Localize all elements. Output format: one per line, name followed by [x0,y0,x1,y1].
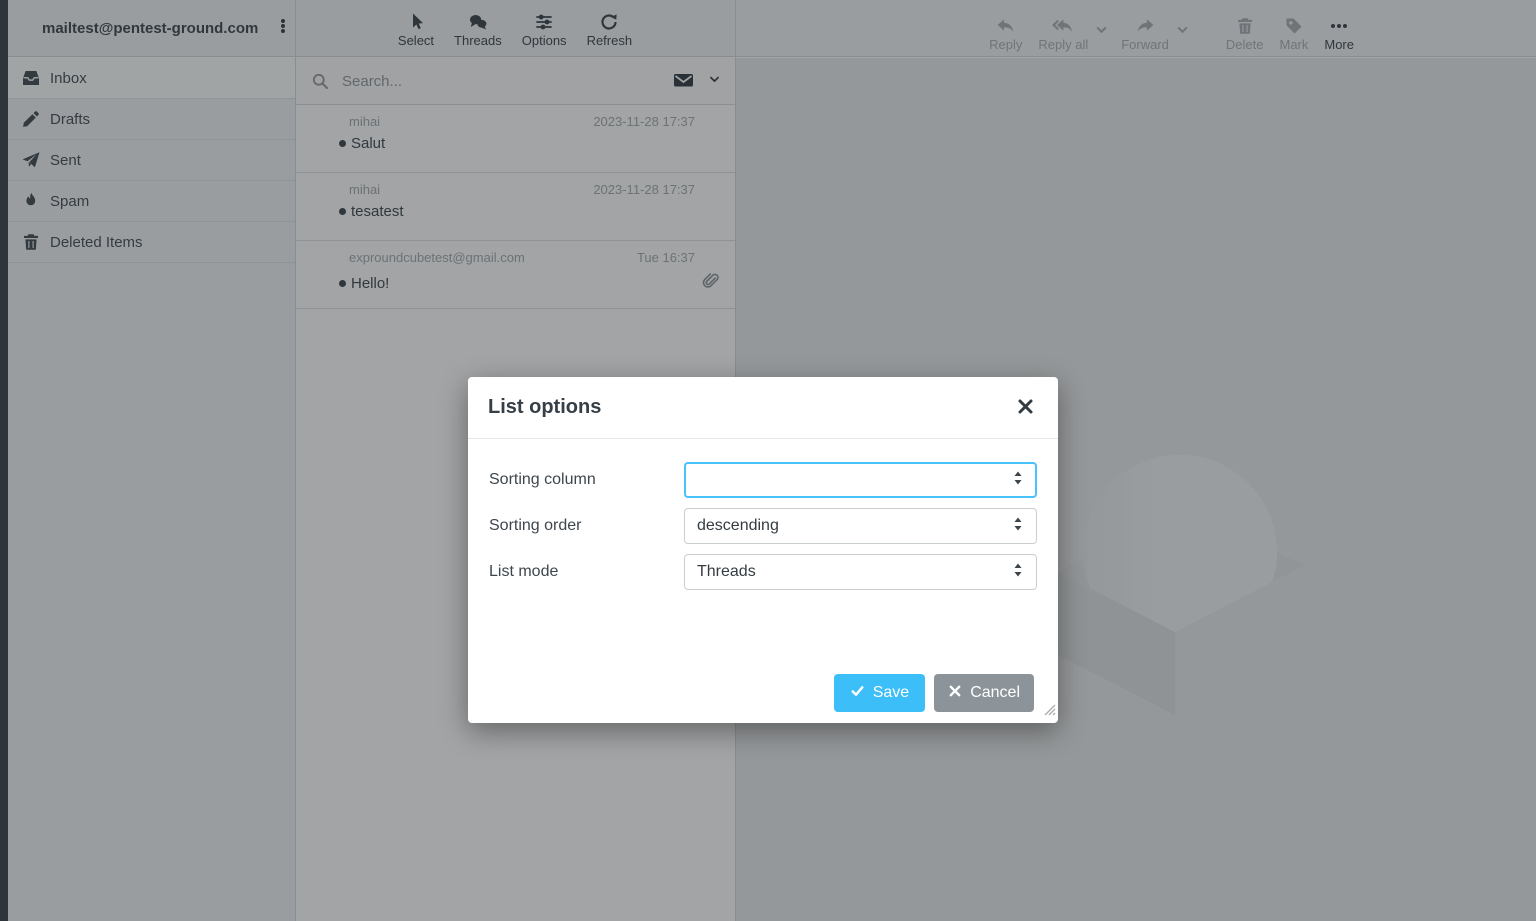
dialog-title: List options [488,396,1013,419]
dialog-resize-handle[interactable] [1042,702,1056,721]
list-options-dialog: List options Sorting column Sorting orde… [468,377,1058,723]
close-button[interactable] [1013,394,1038,422]
select-value: descending [697,517,1012,535]
dialog-header: List options [468,377,1058,439]
cancel-button[interactable]: Cancel [934,674,1034,712]
sorting-order-select[interactable]: descending [684,508,1037,544]
dialog-footer: Save Cancel [834,674,1034,712]
form-row: Sorting order descending [489,508,1037,544]
webmail-app: mailtest@pentest-ground.com Select Threa… [0,0,1536,921]
check-icon [850,684,865,703]
list-mode-select[interactable]: Threads [684,554,1037,590]
dialog-body: Sorting column Sorting order descending [468,439,1058,590]
select-spinner-icon [1012,516,1024,537]
select-value: Threads [697,563,1012,581]
x-icon [948,684,962,703]
form-row: Sorting column [489,462,1037,498]
sorting-column-select[interactable] [684,462,1037,498]
list-mode-label: List mode [489,563,684,581]
form-row: List mode Threads [489,554,1037,590]
cancel-label: Cancel [970,684,1020,702]
select-spinner-icon [1012,562,1024,583]
close-icon [1017,398,1034,418]
select-spinner-icon [1012,470,1024,491]
sorting-order-label: Sorting order [489,517,684,535]
resize-grip-icon [1042,703,1056,720]
sorting-column-label: Sorting column [489,471,684,489]
save-button[interactable]: Save [834,674,925,712]
save-label: Save [873,684,909,702]
